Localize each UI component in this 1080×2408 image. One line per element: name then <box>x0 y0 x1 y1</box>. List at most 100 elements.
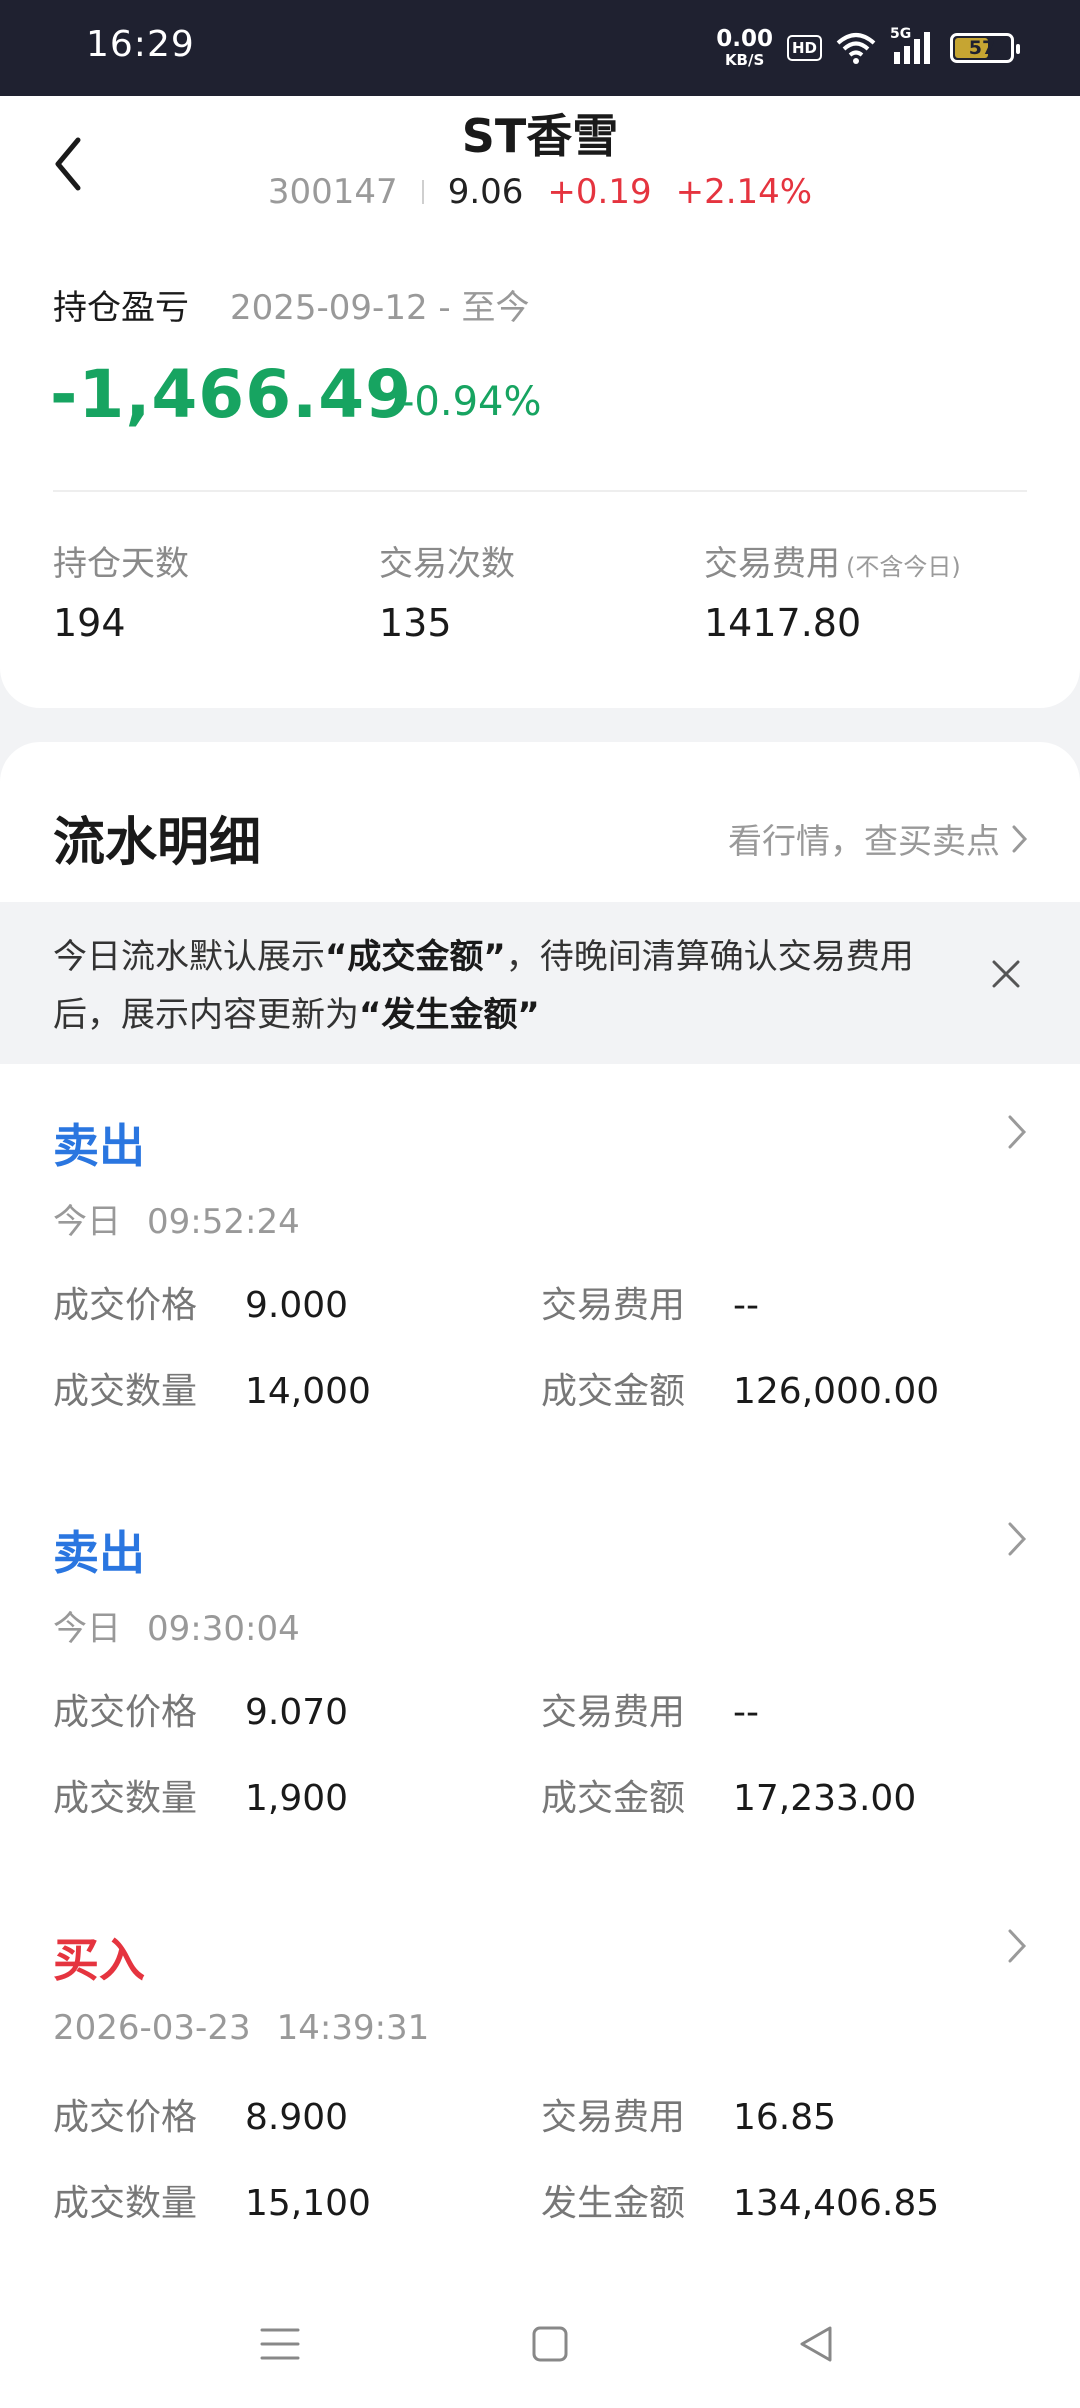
field-label: 成交数量 <box>53 1778 198 1819</box>
trade-time: 2026-03-23 14:39:31 <box>53 2008 429 2048</box>
field-value: 134,406.85 <box>733 2183 940 2224</box>
quote-separator <box>421 180 424 204</box>
field-value: 1,900 <box>245 1778 349 1819</box>
status-bar: 16:29 0.00 KB/S HD 5G 57 <box>0 0 1080 96</box>
field-value: -- <box>733 1285 759 1326</box>
trade-type: 买入 <box>53 1933 145 1987</box>
field-value: 16.85 <box>733 2097 837 2138</box>
trade-clock: 09:30:04 <box>147 1609 300 1649</box>
notice-text: 今日流水默认展示 <box>53 937 325 977</box>
stock-quote: 300147 9.06 +0.19 +2.14% <box>0 172 1080 212</box>
trade-amount: 成交金额 126,000.00 <box>541 1362 939 1414</box>
field-value: 17,233.00 <box>733 1778 917 1819</box>
stat-label: 交易次数 <box>379 544 515 584</box>
trade-quantity: 成交数量 14,000 <box>53 1362 371 1414</box>
trade-fee: 交易费用 -- <box>541 1683 759 1735</box>
trade-record[interactable]: 卖出 今日 09:52:24 成交价格 9.000 交易费用 -- 成交数量 14,00… <box>0 1110 1080 1510</box>
divider <box>53 490 1027 492</box>
stock-name: ST香雪 <box>461 109 619 163</box>
view-quote-link-label: 看行情，查买卖点 <box>728 822 1000 862</box>
trade-amount: 发生金额 134,406.85 <box>541 2174 939 2226</box>
position-pl-label: 持仓盈亏 <box>53 288 189 328</box>
position-date-range: 2025-09-12 - 至今 <box>230 288 530 328</box>
battery-level: 57 <box>968 37 996 59</box>
trade-fee: 交易费用 -- <box>541 1276 759 1328</box>
stat-holding-days: 持仓天数 194 <box>53 536 189 645</box>
trade-date: 今日 <box>53 1202 121 1242</box>
stat-value: 1417.80 <box>704 601 862 645</box>
stat-label: 持仓天数 <box>53 544 189 584</box>
field-value: 9.000 <box>245 1285 349 1326</box>
stat-label: 交易费用 <box>704 544 840 584</box>
trade-price: 成交价格 8.900 <box>53 2088 348 2140</box>
chevron-right-icon <box>1008 1522 1027 1556</box>
notice-banner: 今日流水默认展示“成交金额”，待晚间清算确认交易费用后，展示内容更新为“发生金额… <box>0 902 1080 1064</box>
menu-icon[interactable] <box>258 2322 302 2366</box>
field-label: 交易费用 <box>541 1692 686 1733</box>
back-triangle-icon[interactable] <box>794 2322 838 2366</box>
price-change: +0.19 <box>547 172 652 212</box>
trade-clock: 14:39:31 <box>276 2008 430 2048</box>
field-label: 成交价格 <box>53 1692 198 1733</box>
trade-price: 成交价格 9.000 <box>53 1276 348 1328</box>
trade-fee: 交易费用 16.85 <box>541 2088 836 2140</box>
field-label: 成交价格 <box>53 2097 198 2138</box>
network-speed: 0.00 KB/S <box>716 28 773 68</box>
trade-clock: 09:52:24 <box>147 1202 300 1242</box>
position-summary-card: ST香雪 300147 9.06 +0.19 +2.14% 持仓盈亏 2025-… <box>0 96 1080 708</box>
stat-note: (不含今日) <box>846 553 961 581</box>
section-title: 流水明细 <box>53 813 262 873</box>
stock-code: 300147 <box>267 172 398 212</box>
field-label: 成交数量 <box>53 2183 198 2224</box>
trade-date: 2026-03-23 <box>53 2008 251 2048</box>
position-pl-pct: -0.94% <box>400 379 542 425</box>
hd-icon: HD <box>786 35 822 61</box>
field-value: 14,000 <box>245 1371 371 1412</box>
field-label: 成交数量 <box>53 1371 198 1412</box>
trade-date: 今日 <box>53 1609 121 1649</box>
trade-quantity: 成交数量 15,100 <box>53 2174 371 2226</box>
chevron-right-icon <box>1008 1929 1027 1963</box>
stat-value: 135 <box>379 601 452 645</box>
net-speed-unit: KB/S <box>724 51 765 69</box>
field-label: 成交金额 <box>541 1371 686 1412</box>
trade-time: 今日 09:30:04 <box>53 1601 300 1650</box>
close-icon[interactable] <box>988 956 1024 992</box>
field-value: -- <box>733 1692 759 1733</box>
status-time: 16:29 <box>86 24 195 65</box>
price-change-pct: +2.14% <box>675 172 813 212</box>
trade-type: 卖出 <box>53 1526 145 1580</box>
stat-trade-count: 交易次数 135 <box>379 536 515 645</box>
cellular-signal-icon: 5G <box>890 26 936 66</box>
trade-type: 卖出 <box>53 1119 145 1173</box>
field-label: 发生金额 <box>541 2183 686 2224</box>
wifi-icon <box>836 33 876 64</box>
field-value: 15,100 <box>245 2183 371 2224</box>
field-value: 8.900 <box>245 2097 349 2138</box>
view-quote-link[interactable]: 看行情，查买卖点 <box>728 814 1030 863</box>
field-label: 成交金额 <box>541 1778 686 1819</box>
notice-emphasis: “发生金额” <box>359 995 540 1035</box>
battery-icon: 57 <box>950 33 1020 63</box>
field-label: 交易费用 <box>541 2097 686 2138</box>
home-icon[interactable] <box>528 2322 572 2366</box>
notice-emphasis: “成交金额” <box>325 937 506 977</box>
trade-record[interactable]: 卖出 今日 09:30:04 成交价格 9.070 交易费用 -- 成交数量 1,900… <box>0 1517 1080 1917</box>
stock-price: 9.06 <box>447 172 524 212</box>
trade-price: 成交价格 9.070 <box>53 1683 348 1735</box>
field-label: 交易费用 <box>541 1285 686 1326</box>
stat-value: 194 <box>53 601 126 645</box>
field-value: 126,000.00 <box>733 1371 940 1412</box>
net-speed-value: 0.00 <box>716 26 773 52</box>
system-nav-bar <box>0 2290 1080 2408</box>
field-value: 9.070 <box>245 1692 349 1733</box>
chevron-right-icon <box>1008 1115 1027 1149</box>
trade-amount: 成交金额 17,233.00 <box>541 1769 916 1821</box>
position-pl-value: -1,466.49 <box>50 356 413 433</box>
stat-trade-fees: 交易费用 (不含今日) 1417.80 <box>704 536 961 645</box>
trade-record[interactable]: 买入 2026-03-23 14:39:31 成交价格 8.900 交易费用 16.8… <box>0 1924 1080 2324</box>
trade-time: 今日 09:52:24 <box>53 1194 300 1243</box>
transaction-list-card: 流水明细 看行情，查买卖点 今日流水默认展示“成交金额”，待晚间清算确认交易费用… <box>0 742 1080 2408</box>
trade-quantity: 成交数量 1,900 <box>53 1769 348 1821</box>
chevron-right-icon <box>1012 825 1028 852</box>
